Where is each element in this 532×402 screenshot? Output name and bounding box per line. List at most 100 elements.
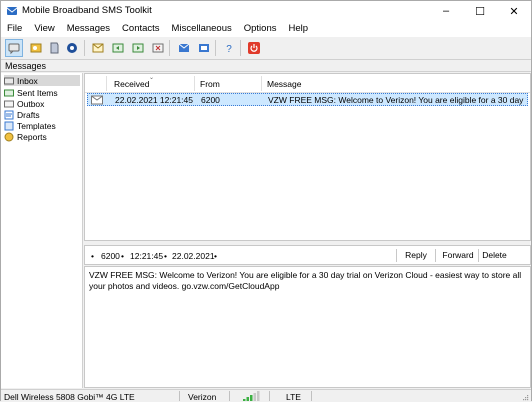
signal-bar	[253, 393, 256, 401]
reply-message-button[interactable]	[109, 39, 127, 57]
message-body[interactable]: VZW FREE MSG: Welcome to Verizon! You ar…	[84, 266, 531, 388]
toolbar-separator	[240, 40, 241, 56]
maximize-button[interactable]: ☐	[463, 1, 497, 21]
signal-bar	[257, 391, 260, 401]
tree-label: Inbox	[17, 75, 38, 86]
reply-button[interactable]: Reply	[400, 248, 432, 262]
message-read-icon	[91, 95, 103, 105]
power-icon	[248, 42, 260, 54]
status-separator	[311, 391, 312, 401]
new-message-button[interactable]	[89, 39, 107, 57]
title-bar: Mobile Broadband SMS Toolkit – ☐ ✕	[1, 1, 531, 21]
reply-icon	[112, 43, 124, 53]
device-button[interactable]	[63, 39, 81, 57]
drafts-icon	[4, 110, 14, 119]
tree-item-drafts[interactable]: Drafts	[4, 109, 40, 120]
help-icon: ?	[226, 44, 232, 55]
forward-message-button[interactable]	[129, 39, 147, 57]
section-header: Messages	[1, 60, 531, 72]
column-header-received[interactable]: Received	[114, 79, 149, 89]
close-button[interactable]: ✕	[497, 1, 531, 21]
templates-icon	[4, 121, 14, 130]
menu-contacts[interactable]: Contacts	[116, 21, 166, 37]
action-separator	[396, 249, 397, 262]
tree-item-sent-items[interactable]: Sent Items	[4, 87, 58, 98]
delete-icon	[152, 43, 164, 53]
inbox-icon	[4, 77, 14, 84]
cell-received: 22.02.2021 12:21:45	[115, 95, 193, 105]
help-button[interactable]: ?	[220, 39, 238, 57]
meta-time: 12:21:45	[130, 251, 164, 261]
column-divider	[194, 76, 195, 91]
delete-message-button[interactable]	[149, 39, 167, 57]
status-bar: Dell Wireless 5808 Gobi™ 4G LTE Verizon …	[1, 389, 531, 402]
column-divider	[106, 76, 107, 91]
meta-bullet: •	[121, 251, 124, 261]
folder-tree: Inbox Sent Items Outbox Drafts Templates…	[1, 73, 83, 388]
status-separator	[179, 391, 180, 401]
meta-date: 22.02.2021	[172, 251, 215, 261]
minimize-button[interactable]: –	[429, 1, 463, 21]
meta-bullet: •	[164, 251, 167, 261]
column-header-message[interactable]: Message	[267, 79, 302, 89]
sim-button[interactable]	[45, 39, 63, 57]
meta-from: 6200	[101, 251, 120, 261]
menu-view[interactable]: View	[28, 21, 60, 37]
tree-label: Drafts	[17, 109, 40, 120]
resize-grip-icon[interactable]	[521, 393, 529, 401]
list-header: ⌄ Received From Message	[85, 74, 530, 93]
contacts-icon	[30, 43, 42, 53]
tree-item-templates[interactable]: Templates	[4, 120, 56, 131]
forward-button[interactable]: Forward	[437, 248, 479, 262]
tree-item-outbox[interactable]: Outbox	[4, 98, 44, 109]
window-title: Mobile Broadband SMS Toolkit	[22, 5, 152, 16]
forward-icon	[132, 43, 144, 53]
tree-item-inbox[interactable]: Inbox	[4, 75, 80, 86]
messages-view-button[interactable]	[5, 39, 23, 57]
menu-options[interactable]: Options	[238, 21, 283, 37]
toolbar: ?	[1, 37, 531, 60]
device-icon	[67, 43, 77, 53]
meta-bullet: •	[91, 251, 94, 261]
cell-from: 6200	[201, 95, 220, 105]
column-header-from[interactable]: From	[200, 79, 220, 89]
tree-label: Outbox	[17, 98, 45, 109]
signal-bar	[250, 395, 253, 401]
column-divider	[261, 76, 262, 91]
new-message-icon	[92, 43, 104, 53]
menu-miscellaneous[interactable]: Miscellaneous	[166, 21, 238, 37]
sim-card-icon	[50, 42, 59, 54]
exit-button[interactable]	[245, 39, 263, 57]
message-list: ⌄ Received From Message 22.02.2021 12:21…	[84, 73, 531, 241]
app-icon	[6, 7, 18, 15]
outbox-icon	[4, 100, 14, 107]
receive-button[interactable]	[195, 39, 213, 57]
receive-icon	[199, 44, 209, 52]
app-window: Mobile Broadband SMS Toolkit – ☐ ✕ File …	[0, 0, 532, 402]
svg-text:?: ?	[226, 44, 232, 55]
signal-strength-icon	[243, 391, 260, 401]
menu-messages[interactable]: Messages	[61, 21, 116, 37]
send-button[interactable]	[175, 39, 193, 57]
tree-label: Sent Items	[17, 87, 58, 98]
send-icon	[178, 43, 190, 52]
status-separator	[269, 391, 270, 401]
toolbar-separator	[84, 40, 85, 56]
signal-bar	[246, 397, 249, 401]
toolbar-separator	[215, 40, 216, 56]
menu-help[interactable]: Help	[283, 21, 315, 37]
sent-items-icon	[4, 89, 14, 96]
action-separator	[435, 249, 436, 262]
sort-descending-icon: ⌄	[149, 75, 155, 81]
menu-file[interactable]: File	[1, 21, 28, 37]
toolbar-separator	[169, 40, 170, 56]
messages-icon	[8, 43, 20, 55]
tree-label: Reports	[17, 131, 47, 142]
menu-bar: File View Messages Contacts Miscellaneou…	[1, 21, 531, 37]
delete-button[interactable]: Delete	[478, 248, 511, 262]
contacts-button[interactable]	[27, 39, 45, 57]
table-row[interactable]: 22.02.2021 12:21:45 6200 VZW FREE MSG: W…	[87, 93, 528, 106]
tree-item-reports[interactable]: Reports	[4, 131, 47, 142]
reports-icon	[4, 132, 14, 141]
message-details-bar: • 6200 • 12:21:45 • 22.02.2021 • Reply F…	[84, 245, 531, 265]
